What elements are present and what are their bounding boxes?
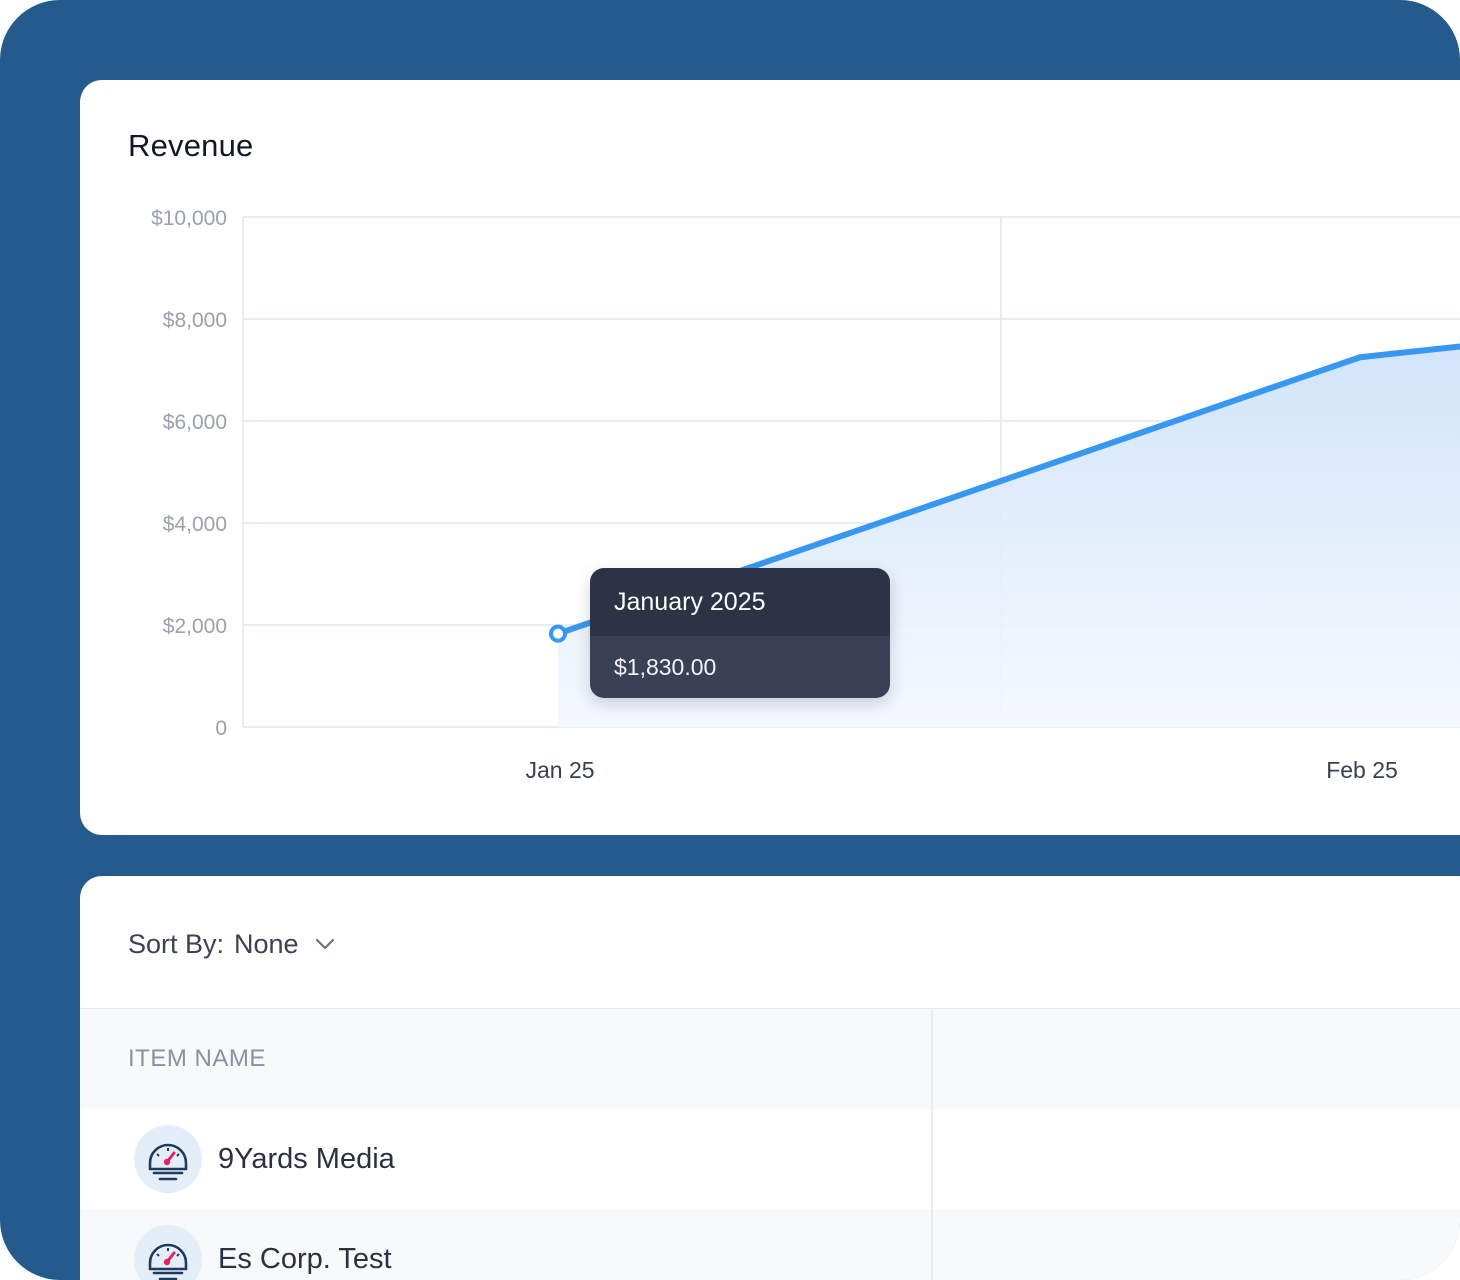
y-tick-label: $8,000 xyxy=(163,309,227,332)
x-tick-label: Feb 25 xyxy=(1326,757,1398,783)
sort-label: Sort By: xyxy=(128,928,225,959)
column-header-item-name[interactable]: ITEM NAME xyxy=(128,1009,266,1109)
speedometer-icon xyxy=(134,1225,202,1280)
table-header: ITEM NAME xyxy=(80,1008,1460,1110)
row-item-name: Es Corp. Test xyxy=(218,1243,392,1275)
sort-dropdown[interactable]: Sort By: None xyxy=(128,924,335,964)
y-tick-label: $6,000 xyxy=(163,411,227,434)
row-item-name: 9Yards Media xyxy=(218,1143,395,1175)
chart-tooltip: January 2025 $1,830.00 xyxy=(590,568,890,698)
speedometer-icon xyxy=(134,1125,202,1193)
revenue-chart-card: Revenue $10,000 $8,000 $6,000 $4,000 $2,000 0… xyxy=(80,80,1460,835)
x-tick-label: Jan 25 xyxy=(525,757,594,783)
data-point-jan-25[interactable] xyxy=(549,624,567,643)
app-frame: Revenue $10,000 $8,000 $6,000 $4,000 $2,000 0… xyxy=(0,0,1460,1280)
chevron-down-icon xyxy=(315,938,334,950)
tooltip-value: $1,830.00 xyxy=(590,636,890,698)
column-divider xyxy=(931,1008,933,1280)
y-tick-label: 0 xyxy=(215,717,227,740)
y-tick-label: $10,000 xyxy=(151,207,227,230)
sort-value: None xyxy=(234,928,299,959)
table-row[interactable]: 9Yards Media xyxy=(80,1109,1460,1209)
y-tick-label: $2,000 xyxy=(163,615,227,638)
tooltip-title: January 2025 xyxy=(590,568,890,636)
items-table-card: Sort By: None ITEM NAME 9Yards Media Es … xyxy=(80,876,1460,1280)
revenue-chart: $10,000 $8,000 $6,000 $4,000 $2,000 0 Jan 25 F… xyxy=(151,207,1460,783)
y-tick-label: $4,000 xyxy=(163,513,227,536)
table-row[interactable]: Es Corp. Test xyxy=(80,1209,1460,1280)
